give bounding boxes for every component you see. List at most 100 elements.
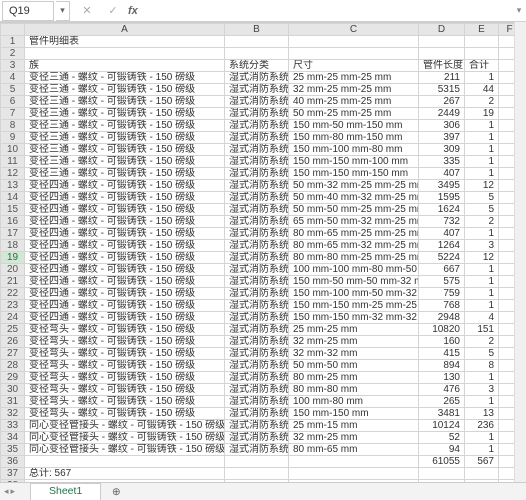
cell[interactable]: 65 mm-50 mm-32 mm-25 mm bbox=[289, 216, 419, 228]
row-header[interactable]: 30 bbox=[1, 384, 25, 396]
spreadsheet-grid[interactable]: ABCDEF 1管件明细表23族系统分类尺寸管件长度合计4变径三通 - 螺纹 -… bbox=[0, 22, 526, 482]
cell[interactable]: 湿式消防系统 bbox=[225, 372, 289, 384]
cell[interactable]: 4 bbox=[465, 312, 499, 324]
cell[interactable]: 80 mm-65 mm bbox=[289, 444, 419, 456]
cell[interactable] bbox=[419, 48, 465, 60]
cell[interactable]: 2449 bbox=[419, 108, 465, 120]
cell[interactable]: 476 bbox=[419, 384, 465, 396]
cell[interactable]: 567 bbox=[465, 456, 499, 468]
cell[interactable]: 5315 bbox=[419, 84, 465, 96]
cell[interactable]: 变径四通 - 螺纹 - 可锻铸铁 - 150 磅级 bbox=[25, 276, 225, 288]
cell[interactable]: 湿式消防系统 bbox=[225, 312, 289, 324]
row-header[interactable]: 3 bbox=[1, 60, 25, 72]
cell[interactable]: 12 bbox=[465, 180, 499, 192]
cell[interactable]: 5 bbox=[465, 204, 499, 216]
cell[interactable]: 湿式消防系统 bbox=[225, 360, 289, 372]
cell[interactable]: 变径三通 - 螺纹 - 可锻铸铁 - 150 磅级 bbox=[25, 120, 225, 132]
cell[interactable]: 2 bbox=[465, 336, 499, 348]
cell[interactable]: 768 bbox=[419, 300, 465, 312]
cell[interactable]: 407 bbox=[419, 168, 465, 180]
cell[interactable]: 同心变径管接头 - 螺纹 - 可锻铸铁 - 150 磅级 bbox=[25, 420, 225, 432]
cell[interactable]: 306 bbox=[419, 120, 465, 132]
cell[interactable]: 3 bbox=[465, 240, 499, 252]
cell[interactable]: 变径四通 - 螺纹 - 可锻铸铁 - 150 磅级 bbox=[25, 288, 225, 300]
vertical-scrollbar[interactable] bbox=[514, 22, 526, 482]
row-header[interactable]: 33 bbox=[1, 420, 25, 432]
cell[interactable]: 同心变径管接头 - 螺纹 - 可锻铸铁 - 150 磅级 bbox=[25, 444, 225, 456]
row-header[interactable]: 25 bbox=[1, 324, 25, 336]
cell[interactable]: 总计: 567 bbox=[25, 468, 225, 480]
cell[interactable]: 100 mm-80 mm bbox=[289, 396, 419, 408]
row-header[interactable]: 12 bbox=[1, 168, 25, 180]
cell[interactable]: 2 bbox=[465, 96, 499, 108]
cell[interactable]: 32 mm-32 mm bbox=[289, 348, 419, 360]
fx-icon[interactable]: fx bbox=[128, 5, 138, 17]
cell[interactable]: 130 bbox=[419, 372, 465, 384]
cell[interactable]: 变径弯头 - 螺纹 - 可锻铸铁 - 150 磅级 bbox=[25, 324, 225, 336]
cell[interactable]: 5 bbox=[465, 348, 499, 360]
row-header[interactable]: 21 bbox=[1, 276, 25, 288]
cell[interactable]: 32 mm-25 mm bbox=[289, 336, 419, 348]
row-header[interactable]: 27 bbox=[1, 348, 25, 360]
cell[interactable]: 湿式消防系统 bbox=[225, 204, 289, 216]
cell[interactable]: 44 bbox=[465, 84, 499, 96]
row-header[interactable]: 9 bbox=[1, 132, 25, 144]
add-sheet-icon[interactable]: ⊕ bbox=[107, 486, 125, 498]
cell[interactable]: 同心变径管接头 - 螺纹 - 可锻铸铁 - 150 磅级 bbox=[25, 432, 225, 444]
cell[interactable]: 25 mm-15 mm bbox=[289, 420, 419, 432]
cell[interactable]: 32 mm-25 mm bbox=[289, 432, 419, 444]
row-header[interactable]: 10 bbox=[1, 144, 25, 156]
cell[interactable]: 2948 bbox=[419, 312, 465, 324]
cell[interactable]: 湿式消防系统 bbox=[225, 180, 289, 192]
cell[interactable]: 变径四通 - 螺纹 - 可锻铸铁 - 150 磅级 bbox=[25, 180, 225, 192]
cell[interactable]: 变径四通 - 螺纹 - 可锻铸铁 - 150 磅级 bbox=[25, 204, 225, 216]
row-header[interactable]: 26 bbox=[1, 336, 25, 348]
cell[interactable]: 湿式消防系统 bbox=[225, 408, 289, 420]
cell[interactable]: 湿式消防系统 bbox=[225, 252, 289, 264]
cell[interactable]: 1264 bbox=[419, 240, 465, 252]
cell[interactable] bbox=[419, 36, 465, 48]
cell[interactable]: 13 bbox=[465, 408, 499, 420]
cell[interactable]: 变径弯头 - 螺纹 - 可锻铸铁 - 150 磅级 bbox=[25, 360, 225, 372]
cell[interactable]: 1 bbox=[465, 432, 499, 444]
cell[interactable]: 湿式消防系统 bbox=[225, 156, 289, 168]
tab-nav-prev-icon[interactable]: ◂ bbox=[4, 486, 9, 497]
cell[interactable] bbox=[465, 468, 499, 480]
cell[interactable]: 50 mm-50 mm-25 mm-25 mm bbox=[289, 204, 419, 216]
row-header[interactable]: 23 bbox=[1, 300, 25, 312]
cell[interactable]: 80 mm-80 mm-25 mm-25 mm bbox=[289, 252, 419, 264]
cell[interactable]: 211 bbox=[419, 72, 465, 84]
row-header[interactable]: 37 bbox=[1, 468, 25, 480]
cell[interactable]: 变径三通 - 螺纹 - 可锻铸铁 - 150 磅级 bbox=[25, 84, 225, 96]
cell[interactable]: 80 mm-65 mm-32 mm-25 mm bbox=[289, 240, 419, 252]
row-header[interactable]: 11 bbox=[1, 156, 25, 168]
cell[interactable]: 335 bbox=[419, 156, 465, 168]
row-header[interactable]: 7 bbox=[1, 108, 25, 120]
cell[interactable] bbox=[289, 36, 419, 48]
row-header[interactable]: 15 bbox=[1, 204, 25, 216]
cell[interactable]: 管件长度 bbox=[419, 60, 465, 72]
cell[interactable]: 5224 bbox=[419, 252, 465, 264]
cell[interactable]: 3495 bbox=[419, 180, 465, 192]
cell[interactable]: 12 bbox=[465, 252, 499, 264]
cell[interactable]: 1624 bbox=[419, 204, 465, 216]
cell[interactable]: 湿式消防系统 bbox=[225, 420, 289, 432]
cell[interactable]: 湿式消防系统 bbox=[225, 444, 289, 456]
cell[interactable]: 湿式消防系统 bbox=[225, 348, 289, 360]
cell[interactable]: 变径弯头 - 螺纹 - 可锻铸铁 - 150 磅级 bbox=[25, 396, 225, 408]
column-header[interactable]: B bbox=[225, 24, 289, 36]
cell[interactable]: 407 bbox=[419, 228, 465, 240]
cell[interactable]: 397 bbox=[419, 132, 465, 144]
cell[interactable]: 80 mm-65 mm-25 mm-25 mm bbox=[289, 228, 419, 240]
cell[interactable]: 3 bbox=[465, 384, 499, 396]
cell[interactable]: 湿式消防系统 bbox=[225, 264, 289, 276]
row-header[interactable]: 6 bbox=[1, 96, 25, 108]
cell[interactable] bbox=[225, 468, 289, 480]
cell[interactable]: 湿式消防系统 bbox=[225, 276, 289, 288]
cell[interactable]: 变径弯头 - 螺纹 - 可锻铸铁 - 150 磅级 bbox=[25, 384, 225, 396]
cell[interactable]: 40 mm-25 mm-25 mm bbox=[289, 96, 419, 108]
cell[interactable]: 变径三通 - 螺纹 - 可锻铸铁 - 150 磅级 bbox=[25, 156, 225, 168]
row-header[interactable]: 2 bbox=[1, 48, 25, 60]
cell[interactable]: 309 bbox=[419, 144, 465, 156]
cell[interactable]: 湿式消防系统 bbox=[225, 72, 289, 84]
